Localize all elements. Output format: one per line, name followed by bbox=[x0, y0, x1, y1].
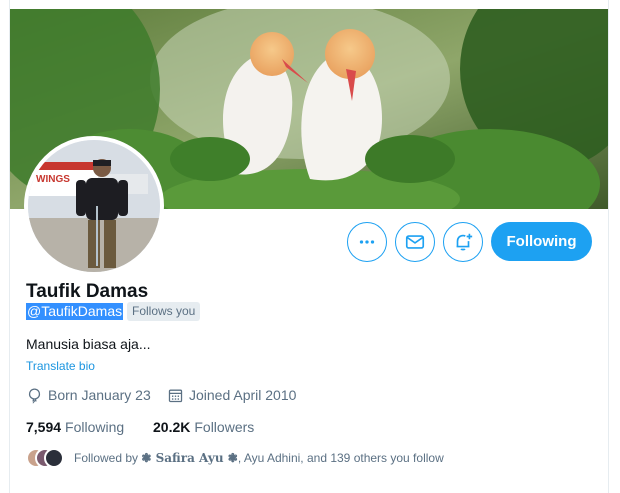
svg-text:WINGS: WINGS bbox=[36, 174, 70, 185]
followers-you-know[interactable]: Followed by ❃ Safira Ayu ❃, Ayu Adhini, … bbox=[26, 448, 444, 468]
user-handle[interactable]: @TaufikDamas bbox=[26, 303, 124, 320]
followed-by-name: ❃ Safira Ayu ❃ bbox=[141, 451, 238, 465]
followers-count: 20.2K bbox=[153, 419, 191, 435]
balloon-icon bbox=[28, 387, 41, 403]
display-name: Taufik Damas bbox=[26, 281, 149, 302]
message-button[interactable] bbox=[395, 222, 435, 262]
birthday: Born January 23 bbox=[26, 386, 151, 404]
profile-avatar[interactable]: WINGS bbox=[24, 136, 164, 276]
avatar bbox=[44, 448, 64, 468]
followers-count-link[interactable]: 20.2K Followers bbox=[153, 418, 254, 436]
page-border-right bbox=[608, 0, 609, 493]
following-count-link[interactable]: 7,594 Following bbox=[26, 418, 124, 436]
calendar-icon bbox=[168, 389, 183, 402]
profile-bio: Manusia biasa aja... bbox=[26, 336, 151, 352]
following-label: Following bbox=[65, 419, 125, 435]
follows-you-badge: Follows you bbox=[127, 302, 201, 321]
more-button[interactable] bbox=[347, 222, 387, 262]
bell-plus-icon bbox=[456, 233, 473, 251]
join-date-text: Joined April 2010 bbox=[189, 387, 297, 403]
join-date: Joined April 2010 bbox=[167, 386, 296, 404]
follower-avatars bbox=[26, 448, 64, 468]
followed-by-prefix: Followed by bbox=[74, 451, 139, 465]
avatar-image: WINGS bbox=[28, 140, 160, 272]
envelope-icon bbox=[405, 235, 425, 249]
following-count: 7,594 bbox=[26, 419, 62, 435]
followed-by-rest: , Ayu Adhini, and 139 others you follow bbox=[237, 451, 444, 465]
more-icon bbox=[359, 240, 375, 244]
notifications-button[interactable] bbox=[443, 222, 483, 262]
followers-label: Followers bbox=[194, 419, 255, 435]
translate-bio-link[interactable]: Translate bio bbox=[26, 359, 95, 373]
following-button[interactable]: Following bbox=[491, 222, 592, 261]
birthday-text: Born January 23 bbox=[48, 387, 151, 403]
followed-by-text: Followed by ❃ Safira Ayu ❃, Ayu Adhini, … bbox=[74, 451, 444, 465]
